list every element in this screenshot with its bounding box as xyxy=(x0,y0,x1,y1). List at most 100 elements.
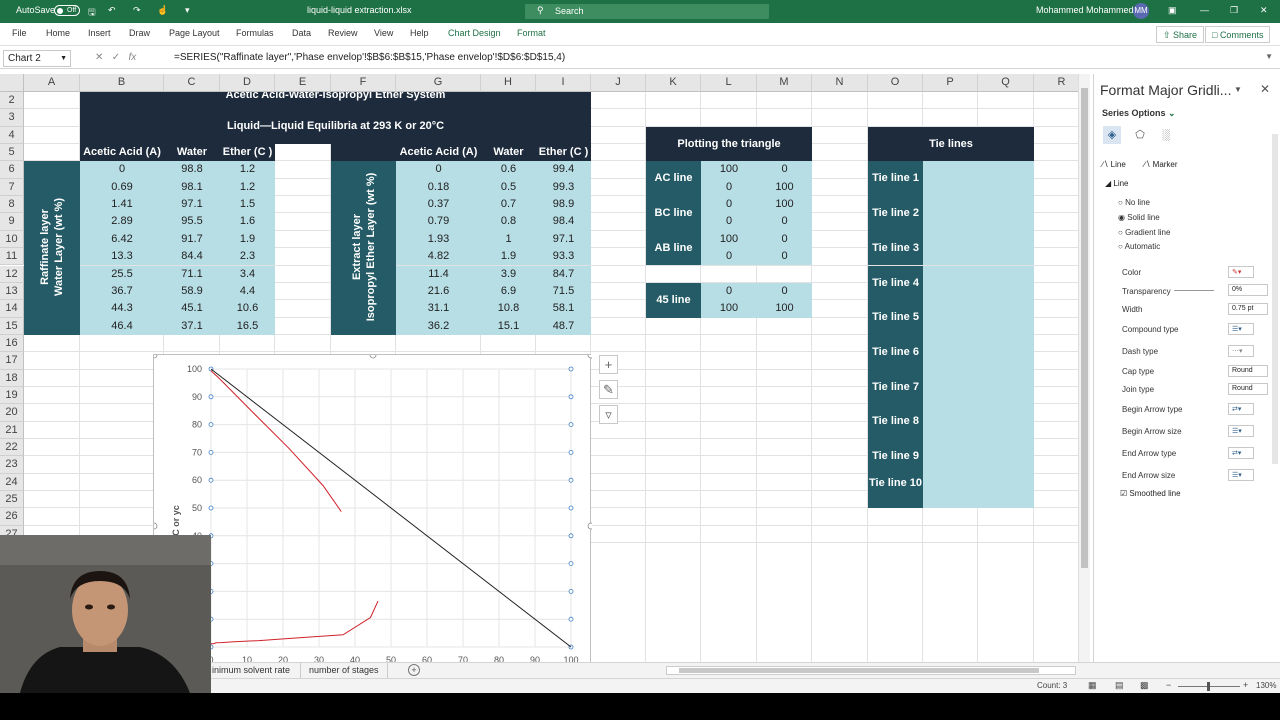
transparency-field[interactable]: 0% xyxy=(1228,284,1268,296)
triangle-cell[interactable]: 0 xyxy=(757,230,812,249)
end-arrow-type-button[interactable]: ⇄▾ xyxy=(1228,447,1254,459)
column-header[interactable]: G xyxy=(396,74,481,92)
vertical-scrollbar[interactable] xyxy=(1078,74,1090,662)
raffinate-cell[interactable]: 1.2 xyxy=(220,161,275,179)
close-icon[interactable]: ✕ xyxy=(1260,5,1268,16)
column-header[interactable]: D xyxy=(220,74,275,92)
sheet-tab-number-of-stages[interactable]: number of stages xyxy=(300,663,388,678)
column-header[interactable]: I xyxy=(536,74,591,92)
fill-line-icon[interactable]: ◈ xyxy=(1103,126,1121,144)
header-water[interactable]: Water xyxy=(481,144,536,162)
header-blank[interactable] xyxy=(331,144,396,162)
zoom-in-icon[interactable]: + xyxy=(1243,680,1248,690)
tie-line-value[interactable] xyxy=(923,439,1034,474)
raffinate-cell[interactable]: 25.5 xyxy=(80,265,164,283)
tie-line-label[interactable]: Tie line 2 xyxy=(868,196,923,231)
extract-cell[interactable]: 0.6 xyxy=(481,161,536,179)
raffinate-cell[interactable]: 37.1 xyxy=(164,317,220,335)
zoom-handle[interactable] xyxy=(1207,682,1210,691)
column-header[interactable]: Q xyxy=(978,74,1034,92)
tie-line-value[interactable] xyxy=(923,473,1034,509)
raffinate-cell[interactable]: 1.9 xyxy=(220,230,275,249)
autosave-toggle[interactable]: Off xyxy=(54,5,80,17)
extract-cell[interactable]: 0.8 xyxy=(481,213,536,231)
line-section-header[interactable]: ◢ Line xyxy=(1105,179,1129,188)
extract-cell[interactable]: 31.1 xyxy=(396,300,481,318)
extract-cell[interactable]: 0 xyxy=(396,161,481,179)
column-header[interactable]: P xyxy=(923,74,978,92)
raffinate-cell[interactable]: 1.41 xyxy=(80,196,164,214)
extract-cell[interactable]: 1 xyxy=(481,230,536,249)
tab-help[interactable]: Help xyxy=(410,28,429,38)
extract-cell[interactable]: 0.37 xyxy=(396,196,481,214)
begin-arrow-size-button[interactable]: ☰▾ xyxy=(1228,425,1254,437)
row-header[interactable]: 13 xyxy=(0,282,24,301)
column-header[interactable]: A xyxy=(24,74,80,92)
line-option-radio[interactable]: ○ Automatic xyxy=(1118,242,1160,251)
raffinate-cell[interactable]: 1.6 xyxy=(220,213,275,231)
tab-format[interactable]: Format xyxy=(517,28,546,38)
pane-options-icon[interactable]: ▼ xyxy=(1234,85,1242,94)
row-header[interactable]: 20 xyxy=(0,404,24,422)
cap-type-select[interactable]: Round xyxy=(1228,365,1268,377)
column-header[interactable]: L xyxy=(701,74,757,92)
row-header[interactable]: 21 xyxy=(0,421,24,439)
triangle-cell[interactable]: 100 xyxy=(701,161,757,179)
extract-cell[interactable]: 98.9 xyxy=(536,196,591,214)
row-header[interactable]: 26 xyxy=(0,508,24,526)
minimize-icon[interactable]: — xyxy=(1200,5,1209,15)
equilibria-title[interactable]: Liquid—Liquid Equilibria at 293 K or 20°… xyxy=(80,109,591,145)
raffinate-cell[interactable]: 98.8 xyxy=(164,161,220,179)
raffinate-cell[interactable]: 46.4 xyxy=(80,317,164,335)
tie-line-value[interactable] xyxy=(923,230,1034,266)
raffinate-cell[interactable]: 10.6 xyxy=(220,300,275,318)
tie-line-label[interactable]: Tie line 1 xyxy=(868,161,923,197)
triangle-cell[interactable]: 100 xyxy=(701,230,757,249)
width-field[interactable]: 0.75 pt xyxy=(1228,303,1268,315)
triangle-cell[interactable]: 100 xyxy=(757,178,812,197)
line45-label[interactable]: 45 line xyxy=(646,282,701,318)
raffinate-cell[interactable]: 16.5 xyxy=(220,317,275,335)
raffinate-cell[interactable]: 98.1 xyxy=(164,178,220,197)
triangle-cell[interactable]: 100 xyxy=(757,196,812,214)
color-picker[interactable]: ✎▾ xyxy=(1228,266,1254,278)
column-header[interactable]: O xyxy=(868,74,923,92)
undo-icon[interactable]: ↶ xyxy=(108,5,116,16)
horizontal-scrollbar[interactable] xyxy=(666,666,1076,675)
extract-cell[interactable]: 0.18 xyxy=(396,178,481,197)
raffinate-cell[interactable]: 44.3 xyxy=(80,300,164,318)
ribbon-display-icon[interactable]: ▣ xyxy=(1168,5,1177,16)
tie-lines-title[interactable]: Tie lines xyxy=(868,126,1034,162)
column-header[interactable]: E xyxy=(275,74,331,92)
raffinate-cell[interactable]: 97.1 xyxy=(164,196,220,214)
raffinate-cell[interactable]: 6.42 xyxy=(80,230,164,249)
tie-line-label[interactable]: Tie line 3 xyxy=(868,230,923,266)
triangle-line-label[interactable]: AC line xyxy=(646,161,701,197)
raffinate-cell[interactable]: 95.5 xyxy=(164,213,220,231)
zoom-level[interactable]: 130% xyxy=(1256,681,1276,690)
begin-arrow-type-button[interactable]: ⇄▾ xyxy=(1228,403,1254,415)
extract-cell[interactable]: 99.4 xyxy=(536,161,591,179)
extract-cell[interactable]: 0.79 xyxy=(396,213,481,231)
extract-cell[interactable]: 48.7 xyxy=(536,317,591,335)
expand-formula-icon[interactable]: ▼ xyxy=(1265,52,1273,61)
redo-icon[interactable]: ↷ xyxy=(133,5,141,16)
tab-review[interactable]: Review xyxy=(328,28,358,38)
end-arrow-size-button[interactable]: ☰▾ xyxy=(1228,469,1254,481)
column-header[interactable]: R xyxy=(1034,74,1078,92)
raffinate-cell[interactable]: 71.1 xyxy=(164,265,220,283)
column-header[interactable]: C xyxy=(164,74,220,92)
page-layout-view-icon[interactable]: ▤ xyxy=(1115,680,1124,691)
row-header[interactable]: 15 xyxy=(0,317,24,335)
customize-qat-icon[interactable]: ▾ xyxy=(185,5,190,16)
row-header[interactable]: 25 xyxy=(0,491,24,509)
tab-page-layout[interactable]: Page Layout xyxy=(169,28,220,38)
tie-line-value[interactable] xyxy=(923,334,1034,370)
select-all-corner[interactable] xyxy=(0,74,24,92)
chart-styles-button[interactable]: ✎ xyxy=(599,380,618,399)
tab-formulas[interactable]: Formulas xyxy=(236,28,274,38)
tie-line-value[interactable] xyxy=(923,196,1034,231)
line45-cell[interactable]: 100 xyxy=(701,300,757,318)
raffinate-cell[interactable]: 84.4 xyxy=(164,248,220,266)
chart-canvas[interactable]: 1009080706050400102030405060708090100xC … xyxy=(150,351,595,675)
